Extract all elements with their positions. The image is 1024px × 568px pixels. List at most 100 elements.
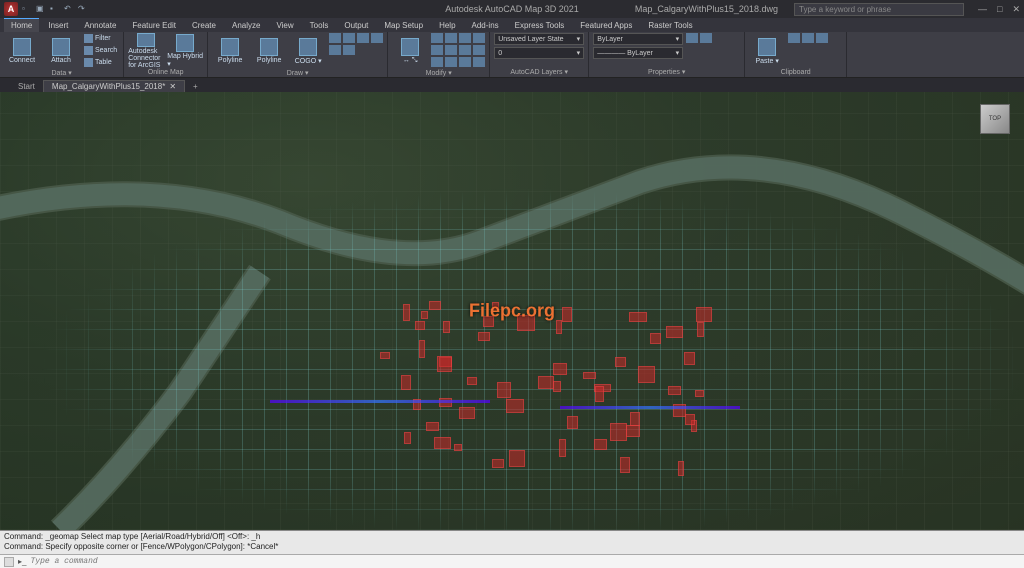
move-icon	[401, 38, 419, 56]
search-button[interactable]: Search	[82, 45, 119, 56]
document-tab-close-icon[interactable]: ✕	[169, 82, 176, 91]
tool-icon-1[interactable]	[445, 33, 457, 43]
building-footprint	[538, 376, 553, 390]
qat-redo-icon[interactable]: ↷	[78, 4, 88, 14]
ribbon-tab-home[interactable]: Home	[4, 18, 39, 32]
filter-button[interactable]: Filter	[82, 33, 119, 44]
tool-icon-0[interactable]	[329, 33, 341, 43]
tool-icon-10[interactable]	[459, 57, 471, 67]
command-chevron-icon: ▸_	[18, 557, 26, 566]
maximize-button[interactable]: □	[997, 4, 1002, 15]
connect-button[interactable]: Connect	[4, 33, 40, 69]
tool-icon-7[interactable]	[473, 45, 485, 55]
help-search[interactable]: Type a keyword or phrase	[794, 3, 964, 16]
tool-icon-0[interactable]	[431, 33, 443, 43]
panel-label: Clipboard	[749, 69, 842, 77]
combo-1[interactable]: ———— ByLayer▾	[593, 47, 683, 59]
view-cube[interactable]: TOP	[974, 98, 1016, 140]
building-footprint	[567, 416, 578, 429]
ribbon-tab-add-ins[interactable]: Add-ins	[465, 19, 506, 32]
ribbon-tab-insert[interactable]: Insert	[41, 19, 75, 32]
panel-label: AutoCAD Layers ▾	[494, 68, 584, 77]
tool-icon-11[interactable]	[473, 57, 485, 67]
ribbon-tab-tools[interactable]: Tools	[303, 19, 336, 32]
building-footprint	[401, 375, 411, 390]
tool-icon-2[interactable]	[816, 33, 828, 43]
ribbon-tab-feature-edit[interactable]: Feature Edit	[125, 19, 183, 32]
tool-icon-1[interactable]	[802, 33, 814, 43]
tool-icon-0[interactable]	[788, 33, 800, 43]
tool-icon-2[interactable]	[357, 33, 369, 43]
tool-icon-1[interactable]	[343, 33, 355, 43]
building-footprint	[419, 340, 425, 358]
ribbon-tab-featured-apps[interactable]: Featured Apps	[573, 19, 639, 32]
table-button[interactable]: Table	[82, 57, 119, 68]
qat-new-icon[interactable]: ▫	[22, 4, 32, 14]
tool-icon-5[interactable]	[445, 45, 457, 55]
ribbon-tab-raster-tools[interactable]: Raster Tools	[641, 19, 699, 32]
ribbon-tab-output[interactable]: Output	[337, 19, 375, 32]
building-footprint	[478, 332, 490, 341]
building-footprint	[434, 437, 451, 449]
tool-icon-0[interactable]	[686, 33, 698, 43]
search-icon	[84, 46, 93, 55]
minimize-button[interactable]: —	[978, 4, 987, 15]
qat-save-icon[interactable]: ▪	[50, 4, 60, 14]
combo-0[interactable]: ByLayer▾	[593, 33, 683, 45]
app-logo[interactable]: A	[4, 2, 18, 16]
autodesk-connector-icon	[137, 33, 155, 47]
map-hybrid-button[interactable]: Map Hybrid ▾	[167, 33, 203, 69]
tool-icon-3[interactable]	[371, 33, 383, 43]
building-footprint	[509, 450, 525, 468]
ribbon-tab-annotate[interactable]: Annotate	[77, 19, 123, 32]
drawing-canvas[interactable]: Filepc.org TOP	[0, 92, 1024, 530]
panel-label: Modify ▾	[392, 69, 485, 78]
polyline-button[interactable]: Polyline	[212, 33, 248, 69]
command-prompt-icon[interactable]	[4, 557, 14, 567]
tool-icon-2[interactable]	[459, 33, 471, 43]
tool-icon-4[interactable]	[431, 45, 443, 55]
tool-icon-6[interactable]	[459, 45, 471, 55]
move-button[interactable]: ↔ ⤡	[392, 33, 428, 69]
tool-icon-9[interactable]	[445, 57, 457, 67]
building-footprint	[467, 377, 478, 385]
building-footprint	[553, 381, 560, 392]
building-footprint	[668, 386, 682, 395]
tool-icon-4[interactable]	[329, 45, 341, 55]
highlight-line-1	[270, 400, 490, 403]
tool-icon-8[interactable]	[431, 57, 443, 67]
qat-open-icon[interactable]: ▣	[36, 4, 46, 14]
combo-0[interactable]: Unsaved Layer State▾	[494, 33, 584, 45]
tool-icon-5[interactable]	[343, 45, 355, 55]
ribbon-tab-express-tools[interactable]: Express Tools	[508, 19, 572, 32]
building-footprint	[506, 399, 524, 413]
building-footprint	[615, 357, 626, 367]
ribbon-tab-analyze[interactable]: Analyze	[225, 19, 267, 32]
paste-button[interactable]: Paste ▾	[749, 33, 785, 69]
qat-undo-icon[interactable]: ↶	[64, 4, 74, 14]
new-tab-button[interactable]: +	[185, 81, 206, 92]
close-button[interactable]: ✕	[1012, 4, 1020, 15]
start-tab[interactable]: Start	[10, 81, 43, 92]
building-footprint	[553, 363, 567, 374]
combo-1[interactable]: 0▾	[494, 47, 584, 59]
autodesk-connector-button[interactable]: Autodesk Connector for ArcGIS	[128, 33, 164, 69]
ribbon-tab-map-setup[interactable]: Map Setup	[377, 19, 430, 32]
ribbon-panel-properties-: ByLayer▾———— ByLayer▾Properties ▾	[589, 32, 745, 77]
panel-label: Draw ▾	[212, 69, 383, 78]
ribbon-tab-help[interactable]: Help	[432, 19, 462, 32]
cogo-button[interactable]: COGO ▾	[290, 33, 326, 69]
building-footprint	[626, 425, 640, 438]
ribbon-tab-view[interactable]: View	[269, 19, 300, 32]
ribbon-panel-clipboard: Paste ▾Clipboard	[745, 32, 847, 77]
polyline2-button[interactable]: Polyline	[251, 33, 287, 69]
view-cube-face[interactable]: TOP	[980, 104, 1010, 134]
tool-icon-3[interactable]	[473, 33, 485, 43]
ribbon-panel-autocad-layers-: Unsaved Layer State▾ 0▾ AutoCAD Layers ▾	[490, 32, 589, 77]
document-tab[interactable]: Map_CalgaryWithPlus15_2018* ✕	[43, 80, 185, 92]
tool-icon-1[interactable]	[700, 33, 712, 43]
command-input[interactable]	[30, 557, 1020, 566]
command-line[interactable]: ▸_	[0, 554, 1024, 568]
attach-button[interactable]: Attach	[43, 33, 79, 69]
ribbon-tab-create[interactable]: Create	[185, 19, 223, 32]
